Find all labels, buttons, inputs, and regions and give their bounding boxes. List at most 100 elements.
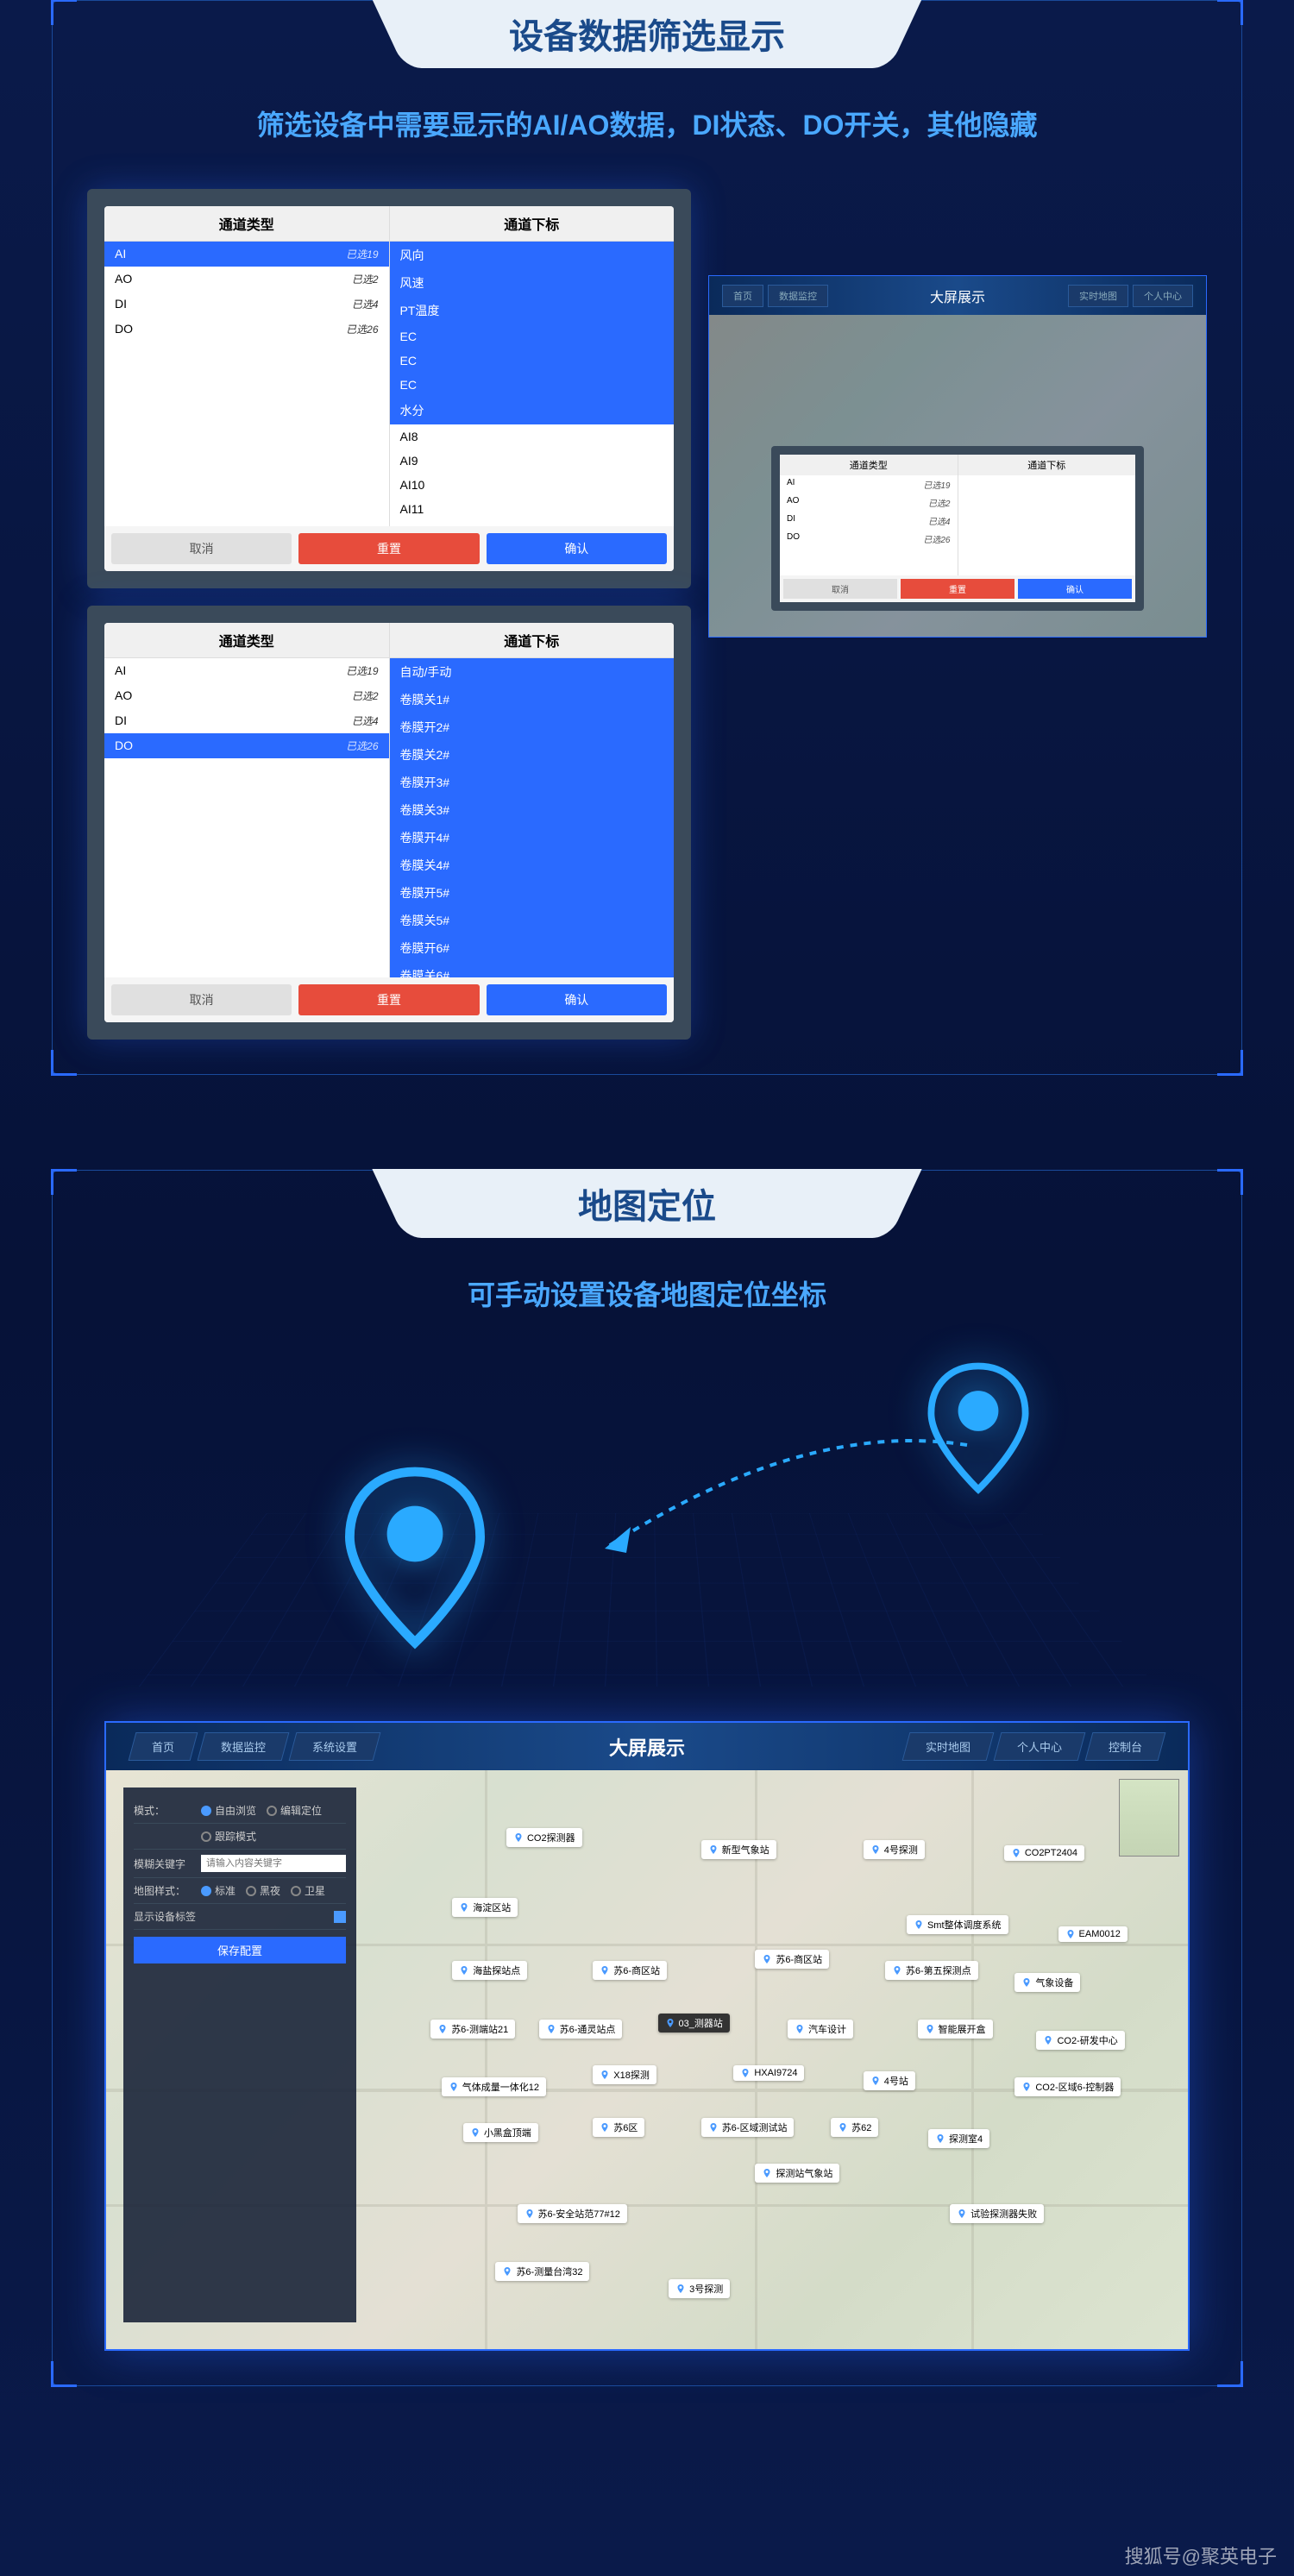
channel-row[interactable]: 卷膜关6#	[390, 962, 675, 977]
channel-list[interactable]: 风向风速PT温度ECECEC水分AI8AI9AI10AI11AI12AI13AI…	[390, 242, 675, 526]
map-marker[interactable]: EAM0012	[1058, 1926, 1128, 1942]
channel-row[interactable]: 卷膜开4#	[390, 824, 675, 851]
mini-reset-button[interactable]: 重置	[901, 579, 1014, 599]
type-row[interactable]: DI已选4	[104, 708, 389, 733]
reset-button[interactable]: 重置	[298, 533, 479, 564]
nav-tab-profile[interactable]: 个人中心	[994, 1732, 1086, 1761]
dash-tab[interactable]: 数据监控	[768, 285, 828, 307]
channel-row[interactable]: AI9	[390, 449, 675, 473]
reset-button[interactable]: 重置	[298, 984, 479, 1015]
map-marker[interactable]: X18探测	[593, 2065, 656, 2084]
mode-browse-radio[interactable]: 自由浏览	[201, 1803, 256, 1818]
map-marker[interactable]: 苏6区	[593, 2118, 644, 2137]
channel-row[interactable]: 风向	[390, 242, 675, 269]
nav-tab-monitor[interactable]: 数据监控	[198, 1732, 290, 1761]
map-marker[interactable]: 苏6-商区站	[593, 1961, 667, 1980]
channel-row[interactable]: 卷膜关1#	[390, 686, 675, 713]
cancel-button[interactable]: 取消	[111, 533, 292, 564]
channel-row[interactable]: 水分	[390, 397, 675, 424]
map-marker[interactable]: 气体成量一体化12	[442, 2077, 546, 2096]
confirm-button[interactable]: 确认	[487, 984, 667, 1015]
dash-tab[interactable]: 实时地图	[1068, 285, 1128, 307]
nav-tab-settings[interactable]: 系统设置	[289, 1732, 381, 1761]
show-label-toggle[interactable]	[334, 1911, 346, 1923]
type-list[interactable]: AI已选19AO已选2DI已选4DO已选26	[104, 242, 389, 526]
type-row[interactable]: AI已选19	[104, 658, 389, 683]
map-marker[interactable]: 4号探测	[864, 1840, 925, 1859]
channel-row[interactable]: 卷膜关4#	[390, 851, 675, 879]
type-row[interactable]: AO已选2	[104, 683, 389, 708]
minimap[interactable]	[1119, 1779, 1179, 1857]
channel-row[interactable]: EC	[390, 373, 675, 397]
channel-row[interactable]: 卷膜开2#	[390, 713, 675, 741]
map-marker[interactable]: 苏6-测量台湾32	[495, 2262, 589, 2281]
map-marker[interactable]: CO2-研发中心	[1036, 2031, 1124, 2050]
map-marker[interactable]: 苏6-商区站	[755, 1950, 829, 1969]
channel-row[interactable]: EC	[390, 349, 675, 373]
dash-tab[interactable]: 个人中心	[1133, 285, 1193, 307]
confirm-button[interactable]: 确认	[487, 533, 667, 564]
map-marker[interactable]: 智能展开盒	[918, 2020, 993, 2039]
mini-confirm-button[interactable]: 确认	[1018, 579, 1132, 599]
channel-row[interactable]: 卷膜关2#	[390, 741, 675, 769]
nav-tab-realtime[interactable]: 实时地图	[902, 1732, 995, 1761]
mini-type-row[interactable]: DO已选26	[780, 530, 958, 548]
type-row[interactable]: DO已选26	[104, 317, 389, 342]
map-marker[interactable]: CO2探测器	[506, 1828, 582, 1847]
type-row[interactable]: AO已选2	[104, 267, 389, 292]
nav-tab-console[interactable]: 控制台	[1085, 1732, 1166, 1761]
map-marker[interactable]: 苏6-第五探测点	[885, 1961, 978, 1980]
dash-tab[interactable]: 首页	[722, 285, 763, 307]
channel-row[interactable]: AI10	[390, 473, 675, 497]
mini-type-list[interactable]: AI已选19AO已选2DI已选4DO已选26	[780, 475, 958, 548]
mode-follow-radio[interactable]: 跟踪模式	[201, 1829, 256, 1844]
channel-row[interactable]: 卷膜开6#	[390, 934, 675, 962]
type-row[interactable]: DO已选26	[104, 733, 389, 758]
channel-row[interactable]: PT温度	[390, 297, 675, 324]
nav-tab-home[interactable]: 首页	[129, 1732, 198, 1761]
map-marker[interactable]: 3号探测	[669, 2279, 730, 2298]
map-marker[interactable]: 探测室4	[928, 2129, 989, 2148]
map-marker[interactable]: 海盐探站点	[452, 1961, 527, 1980]
channel-row[interactable]: AI12	[390, 521, 675, 526]
map-marker[interactable]: 苏62	[831, 2118, 878, 2137]
channel-row[interactable]: 卷膜关3#	[390, 796, 675, 824]
map-marker[interactable]: 03_测器站	[658, 2014, 730, 2033]
map-marker[interactable]: 小黑盒顶端	[463, 2123, 538, 2142]
type-row[interactable]: DI已选4	[104, 292, 389, 317]
channel-row[interactable]: 卷膜开3#	[390, 769, 675, 796]
map-marker[interactable]: 苏6-测端站21	[430, 2020, 515, 2039]
map-marker[interactable]: 4号站	[864, 2071, 915, 2090]
mini-type-row[interactable]: AI已选19	[780, 475, 958, 493]
type-row[interactable]: AI已选19	[104, 242, 389, 267]
map-marker[interactable]: 汽车设计	[788, 2020, 853, 2039]
map-marker[interactable]: Smt整体调度系统	[907, 1915, 1008, 1934]
map-marker[interactable]: 海淀区站	[452, 1898, 518, 1917]
map-canvas[interactable]: 模式： 自由浏览 编辑定位 跟踪模式 模糊关键字	[106, 1770, 1188, 2349]
mini-cancel-button[interactable]: 取消	[783, 579, 897, 599]
mini-type-row[interactable]: AO已选2	[780, 493, 958, 512]
channel-row[interactable]: 卷膜开5#	[390, 879, 675, 907]
style-satellite-radio[interactable]: 卫星	[291, 1883, 325, 1898]
mini-type-row[interactable]: DI已选4	[780, 512, 958, 530]
map-marker[interactable]: 苏6-通灵站点	[539, 2020, 623, 2039]
channel-row[interactable]: 风速	[390, 269, 675, 297]
channel-row[interactable]: 自动/手动	[390, 658, 675, 686]
channel-row[interactable]: EC	[390, 324, 675, 349]
channel-row[interactable]: AI11	[390, 497, 675, 521]
map-marker[interactable]: CO2-区域6-控制器	[1014, 2077, 1121, 2096]
save-config-button[interactable]: 保存配置	[134, 1937, 346, 1963]
cancel-button[interactable]: 取消	[111, 984, 292, 1015]
map-marker[interactable]: 苏6-区域测试站	[701, 2118, 795, 2137]
map-marker[interactable]: 试验探测器失败	[950, 2204, 1044, 2223]
channel-row[interactable]: 卷膜关5#	[390, 907, 675, 934]
map-marker[interactable]: 新型气象站	[701, 1840, 776, 1859]
map-marker[interactable]: HXAI9724	[733, 2065, 804, 2081]
style-standard-radio[interactable]: 标准	[201, 1883, 236, 1898]
map-marker[interactable]: 苏6-安全站范77#12	[518, 2204, 627, 2223]
map-marker[interactable]: 气象设备	[1014, 1973, 1080, 1992]
search-input[interactable]	[201, 1855, 346, 1872]
mode-edit-radio[interactable]: 编辑定位	[267, 1803, 322, 1818]
type-list[interactable]: AI已选19AO已选2DI已选4DO已选26	[104, 658, 389, 977]
map-marker[interactable]: 探测站气象站	[755, 2164, 839, 2183]
